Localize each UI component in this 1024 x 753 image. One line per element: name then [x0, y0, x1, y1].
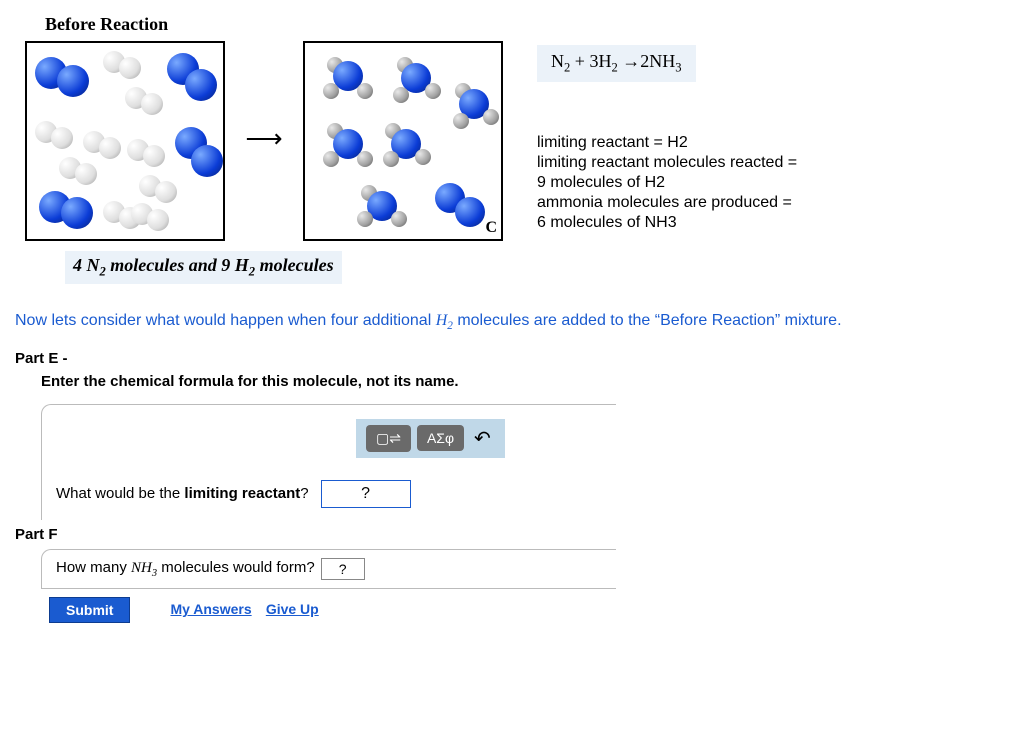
- box-c-label: C: [485, 219, 497, 237]
- part-f-question: How many NH3 molecules would form?: [56, 559, 315, 579]
- instruction-before: Now lets consider what would happen when…: [15, 312, 436, 329]
- nh3-count-input[interactable]: [321, 558, 365, 580]
- after-reaction-box: C: [303, 41, 503, 241]
- limiting-reactant-input[interactable]: [321, 480, 411, 508]
- part-e-sub: Enter the chemical formula for this mole…: [41, 373, 1009, 390]
- fact-line-1: limiting reactant = H2: [537, 134, 1009, 152]
- part-e-answer-zone: ▢⇌ ΑΣφ ↶ What would be the limiting reac…: [41, 404, 616, 520]
- equilibrium-button[interactable]: ▢⇌: [366, 425, 411, 452]
- fact-line-5: 6 molecules of NH3: [537, 214, 1009, 232]
- molecule-count-caption: 4 N2 molecules and 9 H2 molecules: [65, 251, 342, 284]
- before-reaction-box: [25, 41, 225, 241]
- fact-line-3: 9 molecules of H2: [537, 174, 1009, 192]
- submit-button[interactable]: Submit: [49, 597, 130, 623]
- instruction-mol: H2: [436, 312, 453, 329]
- button-row: Submit My Answers Give Up: [49, 597, 1009, 623]
- heading-before-reaction: Before Reaction: [45, 14, 1009, 35]
- my-answers-link[interactable]: My Answers: [170, 601, 251, 617]
- instruction-after: molecules are added to the “Before React…: [457, 312, 841, 329]
- undo-icon[interactable]: ↶: [470, 426, 495, 451]
- part-f-answer-zone: How many NH3 molecules would form?: [41, 549, 616, 589]
- reaction-arrow: ⟶: [239, 41, 289, 237]
- part-e-heading: Part E -: [15, 350, 1009, 367]
- give-up-link[interactable]: Give Up: [266, 601, 319, 617]
- formula-toolbar: ▢⇌ ΑΣφ ↶: [356, 419, 505, 458]
- reaction-equation: N2 + 3H2 →2NH3: [537, 45, 696, 82]
- instruction-text: Now lets consider what would happen when…: [15, 312, 1009, 332]
- part-e-question: What would be the limiting reactant?: [56, 485, 309, 502]
- diagram-row: ⟶ C N2 +: [25, 41, 1009, 241]
- fact-line-4: ammonia molecules are produced =: [537, 194, 1009, 212]
- facts-block: limiting reactant = H2 limiting reactant…: [537, 132, 1009, 234]
- part-f-heading: Part F: [15, 526, 1009, 543]
- greek-symbols-button[interactable]: ΑΣφ: [417, 425, 464, 451]
- fact-line-2: limiting reactant molecules reacted =: [537, 154, 1009, 172]
